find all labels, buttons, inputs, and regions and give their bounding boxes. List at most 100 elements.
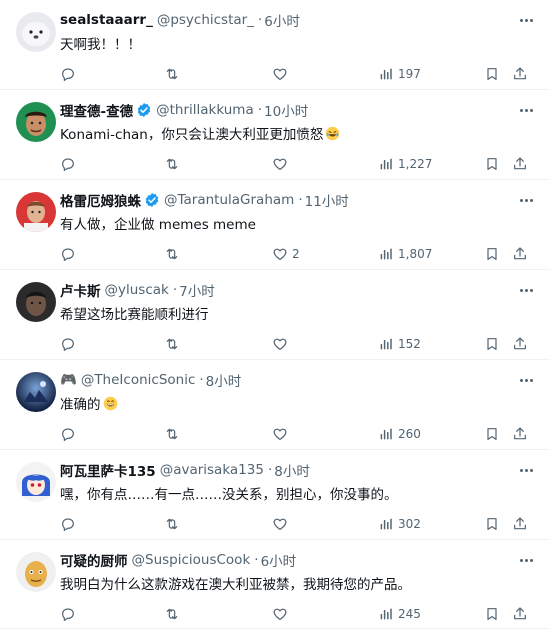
avatar[interactable] [16, 372, 56, 412]
reply-button[interactable] [60, 64, 76, 84]
views-button[interactable]: 260 [378, 424, 421, 444]
bookmark-icon [484, 426, 500, 442]
tweet[interactable]: 可疑的厨师 @SuspiciousCook · 6小时 我明白为什么这款游戏在澳大利亚被… [0, 540, 550, 629]
retweet-icon [164, 246, 180, 262]
tweet[interactable]: 阿瓦里萨卡135 @avarisaka135 · 8小时嘿，你有点……有一点……没关系… [0, 450, 550, 540]
laughing-tears-emoji [325, 126, 340, 141]
timestamp[interactable]: 6小时 [261, 550, 297, 570]
reply-button[interactable] [60, 334, 76, 354]
tweet[interactable]: 理查德-查德 @thrillakkuma · 10小时 Konami-chan，你只会让… [0, 90, 550, 180]
tweet-actions: 260 [60, 424, 540, 444]
avatar[interactable] [16, 552, 56, 592]
share-button[interactable] [512, 604, 528, 624]
bookmark-button[interactable] [484, 244, 500, 264]
tweet-text-content: 嘿，你有点……有一点……没关系，别担心，你没事的。 [60, 487, 398, 503]
reply-button[interactable] [60, 514, 76, 534]
retweet-button[interactable] [164, 604, 180, 624]
avatar[interactable] [16, 192, 56, 232]
tweet-text-content: Konami-chan，你只会让澳大利亚更加愤怒 [60, 127, 324, 143]
views-button[interactable]: 245 [378, 604, 421, 624]
author-handle[interactable]: @thrillakkuma [156, 102, 254, 118]
separator-dot: · [254, 552, 259, 568]
timestamp[interactable]: 10小时 [264, 100, 308, 120]
more-icon[interactable] [516, 462, 536, 478]
author-handle[interactable]: @TarantulaGraham [164, 192, 294, 208]
retweet-button[interactable] [164, 424, 180, 444]
author-handle[interactable]: @yluscak [105, 282, 169, 298]
views-button[interactable]: 1,807 [378, 244, 432, 264]
tweet[interactable]: 格雷厄姆狼蛛 @TarantulaGraham · 11小时 有人做，企业做 memes… [0, 180, 550, 270]
timestamp[interactable]: 7小时 [179, 280, 215, 300]
like-button[interactable] [272, 334, 288, 354]
tweet-header: 卢卡斯 @yluscak · 7小时 [60, 280, 215, 300]
views-button[interactable]: 152 [378, 334, 421, 354]
timestamp[interactable]: 11小时 [305, 190, 349, 210]
tweet[interactable]: 🎮 @TheIconicSonic · 8小时 准确的 260 [0, 360, 550, 450]
timestamp[interactable]: 8小时 [274, 460, 310, 480]
author-name[interactable]: 理查德-查德 [60, 100, 133, 120]
avatar[interactable] [16, 102, 56, 142]
share-button[interactable] [512, 334, 528, 354]
share-button[interactable] [512, 244, 528, 264]
author-name[interactable]: 卢卡斯 [60, 280, 101, 300]
more-icon[interactable] [516, 102, 536, 118]
bookmark-button[interactable] [484, 334, 500, 354]
retweet-button[interactable] [164, 514, 180, 534]
retweet-button[interactable] [164, 64, 180, 84]
bookmark-button[interactable] [484, 514, 500, 534]
views-button[interactable]: 197 [378, 64, 421, 84]
tweet-header: 阿瓦里萨卡135 @avarisaka135 · 8小时 [60, 460, 310, 480]
bookmark-button[interactable] [484, 154, 500, 174]
author-name[interactable]: 格雷厄姆狼蛛 [60, 190, 141, 210]
tweet[interactable]: sealstaaarr_ @psychicstar_ · 6小时 天啊我！！！ 197 [0, 0, 550, 90]
avatar[interactable] [16, 462, 56, 502]
more-icon[interactable] [516, 372, 536, 388]
more-icon[interactable] [516, 282, 536, 298]
like-button[interactable] [272, 604, 288, 624]
like-button[interactable] [272, 514, 288, 534]
avatar[interactable] [16, 282, 56, 322]
bookmark-button[interactable] [484, 64, 500, 84]
like-button[interactable] [272, 154, 288, 174]
views-button[interactable]: 302 [378, 514, 421, 534]
bookmark-icon [484, 336, 500, 352]
like-button[interactable]: 2 [272, 244, 300, 264]
reply-button[interactable] [60, 604, 76, 624]
timestamp[interactable]: 6小时 [264, 10, 300, 30]
views-icon [378, 66, 394, 82]
share-button[interactable] [512, 514, 528, 534]
bookmark-button[interactable] [484, 424, 500, 444]
share-button[interactable] [512, 64, 528, 84]
reply-button[interactable] [60, 154, 76, 174]
reply-button[interactable] [60, 424, 76, 444]
tweet[interactable]: 卢卡斯 @yluscak · 7小时 希望这场比赛能顺利进行 152 [0, 270, 550, 360]
like-button[interactable] [272, 64, 288, 84]
author-handle[interactable]: @avarisaka135 [160, 462, 264, 478]
reply-icon [60, 336, 76, 352]
author-handle[interactable]: @SuspiciousCook [132, 552, 251, 568]
retweet-button[interactable] [164, 334, 180, 354]
views-icon [378, 606, 394, 622]
share-button[interactable] [512, 424, 528, 444]
like-button[interactable] [272, 424, 288, 444]
more-icon[interactable] [516, 552, 536, 568]
more-icon[interactable] [516, 192, 536, 208]
author-handle[interactable]: @TheIconicSonic [81, 372, 196, 388]
likes-count: 2 [292, 247, 300, 261]
retweet-button[interactable] [164, 244, 180, 264]
retweet-button[interactable] [164, 154, 180, 174]
views-icon [378, 156, 394, 172]
tweet-header: 理查德-查德 @thrillakkuma · 10小时 [60, 100, 308, 120]
author-name[interactable]: 🎮 [60, 372, 77, 388]
timestamp[interactable]: 8小时 [206, 370, 242, 390]
more-icon[interactable] [516, 12, 536, 28]
reply-button[interactable] [60, 244, 76, 264]
share-button[interactable] [512, 154, 528, 174]
author-name[interactable]: sealstaaarr_ [60, 12, 153, 28]
author-name[interactable]: 可疑的厨师 [60, 550, 128, 570]
avatar[interactable] [16, 12, 56, 52]
bookmark-button[interactable] [484, 604, 500, 624]
views-button[interactable]: 1,227 [378, 154, 432, 174]
author-name[interactable]: 阿瓦里萨卡135 [60, 460, 156, 480]
author-handle[interactable]: @psychicstar_ [157, 12, 254, 28]
